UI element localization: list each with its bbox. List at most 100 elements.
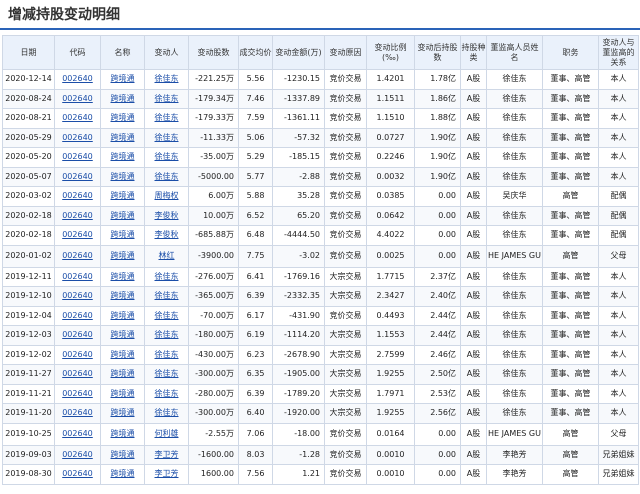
- name-link[interactable]: 跨境通: [111, 230, 135, 239]
- changer-link[interactable]: 徐佳东: [155, 152, 179, 161]
- cell-name: 跨境通: [100, 444, 145, 465]
- code-link[interactable]: 002640: [62, 389, 93, 398]
- cell-changer: 徐佳东: [144, 325, 189, 346]
- name-link[interactable]: 跨境通: [111, 113, 135, 122]
- code-link[interactable]: 002640: [62, 369, 93, 378]
- name-link[interactable]: 跨境通: [111, 429, 135, 438]
- cell-shares-after: 1.86亿: [414, 88, 461, 109]
- code-link[interactable]: 002640: [62, 74, 93, 83]
- name-link[interactable]: 跨境通: [111, 74, 135, 83]
- code-link[interactable]: 002640: [62, 429, 93, 438]
- code-link[interactable]: 002640: [62, 251, 93, 260]
- changer-link[interactable]: 徐佳东: [155, 330, 179, 339]
- cell-reason: 竞价交易: [324, 69, 367, 90]
- changer-link[interactable]: 徐佳东: [155, 291, 179, 300]
- cell-shares-after: 2.44亿: [414, 325, 461, 346]
- changer-link[interactable]: 徐佳东: [155, 172, 179, 181]
- name-link[interactable]: 跨境通: [111, 311, 135, 320]
- changer-link[interactable]: 徐佳东: [155, 350, 179, 359]
- cell-reason: 竞价交易: [324, 88, 367, 109]
- cell-change-amount: -1114.20: [272, 325, 325, 346]
- cell-code: 002640: [54, 127, 101, 148]
- cell-reason: 大宗交易: [324, 364, 367, 385]
- cell-shares-after: 0.00: [414, 422, 461, 446]
- cell-share-type: A股: [460, 69, 487, 90]
- cell-date: 2019-12-10: [2, 286, 55, 307]
- name-link[interactable]: 跨境通: [111, 369, 135, 378]
- changer-link[interactable]: 徐佳东: [155, 389, 179, 398]
- cell-date: 2019-12-04: [2, 305, 55, 326]
- cell-name: 跨境通: [100, 186, 145, 207]
- changer-link[interactable]: 徐佳东: [155, 133, 179, 142]
- code-link[interactable]: 002640: [62, 191, 93, 200]
- code-link[interactable]: 002640: [62, 113, 93, 122]
- name-link[interactable]: 跨境通: [111, 350, 135, 359]
- cell-position: 董事、高管: [542, 225, 599, 246]
- code-link[interactable]: 002640: [62, 408, 93, 417]
- code-link[interactable]: 002640: [62, 311, 93, 320]
- cell-relation: 兄弟姐妹: [598, 464, 639, 485]
- code-link[interactable]: 002640: [62, 469, 93, 478]
- table-row: 2020-02-18 002640 跨境通 李俊秋 10.00万 6.52 65.20 竞价交…: [2, 205, 639, 226]
- table-row: 2019-12-04 002640 跨境通 徐佳东 -70.00万 6.17 -431.90…: [2, 305, 639, 326]
- cell-reason: 大宗交易: [324, 325, 367, 346]
- changer-link[interactable]: 李俊秋: [155, 230, 179, 239]
- code-link[interactable]: 002640: [62, 211, 93, 220]
- code-link[interactable]: 002640: [62, 94, 93, 103]
- name-link[interactable]: 跨境通: [111, 251, 135, 260]
- changer-link[interactable]: 李俊秋: [155, 211, 179, 220]
- name-link[interactable]: 跨境通: [111, 330, 135, 339]
- changer-link[interactable]: 徐佳东: [155, 272, 179, 281]
- name-link[interactable]: 跨境通: [111, 133, 135, 142]
- code-link[interactable]: 002640: [62, 350, 93, 359]
- name-link[interactable]: 跨境通: [111, 272, 135, 281]
- cell-code: 002640: [54, 88, 101, 109]
- name-link[interactable]: 跨境通: [111, 291, 135, 300]
- cell-change-amount: -1337.89: [272, 88, 325, 109]
- changer-link[interactable]: 徐佳东: [155, 311, 179, 320]
- code-link[interactable]: 002640: [62, 230, 93, 239]
- cell-reason: 竞价交易: [324, 166, 367, 187]
- name-link[interactable]: 跨境通: [111, 211, 135, 220]
- name-link[interactable]: 跨境通: [111, 191, 135, 200]
- cell-reason: 大宗交易: [324, 266, 367, 287]
- cell-change-amount: -57.32: [272, 127, 325, 148]
- changer-link[interactable]: 李卫芳: [155, 469, 179, 478]
- name-link[interactable]: 跨境通: [111, 389, 135, 398]
- name-link[interactable]: 跨境通: [111, 469, 135, 478]
- changer-link[interactable]: 徐佳东: [155, 369, 179, 378]
- changer-link[interactable]: 徐佳东: [155, 408, 179, 417]
- code-link[interactable]: 002640: [62, 291, 93, 300]
- changer-link[interactable]: 徐佳东: [155, 94, 179, 103]
- code-link[interactable]: 002640: [62, 172, 93, 181]
- code-link[interactable]: 002640: [62, 450, 93, 459]
- code-link[interactable]: 002640: [62, 133, 93, 142]
- cell-code: 002640: [54, 464, 101, 485]
- name-link[interactable]: 跨境通: [111, 172, 135, 181]
- cell-change-amount: -185.15: [272, 147, 325, 168]
- cell-change-ratio: 1.9255: [366, 364, 415, 385]
- changer-link[interactable]: 李卫芳: [155, 450, 179, 459]
- column-header-reason: 变动原因: [324, 35, 367, 70]
- cell-position: 董事、高管: [542, 166, 599, 187]
- cell-name: 跨境通: [100, 225, 145, 246]
- cell-change-shares: -685.88万: [188, 225, 239, 246]
- name-link[interactable]: 跨境通: [111, 152, 135, 161]
- changer-link[interactable]: 徐佳东: [155, 74, 179, 83]
- code-link[interactable]: 002640: [62, 152, 93, 161]
- name-link[interactable]: 跨境通: [111, 94, 135, 103]
- cell-reason: 竞价交易: [324, 225, 367, 246]
- cell-change-ratio: 1.1553: [366, 325, 415, 346]
- cell-code: 002640: [54, 403, 101, 424]
- changer-link[interactable]: 周梅权: [155, 191, 179, 200]
- changer-link[interactable]: 何利雄: [155, 429, 179, 438]
- cell-change-ratio: 1.1511: [366, 88, 415, 109]
- column-header-share-type: 持股种类: [460, 35, 487, 70]
- changer-link[interactable]: 徐佳东: [155, 113, 179, 122]
- changer-link[interactable]: 林红: [159, 251, 175, 260]
- code-link[interactable]: 002640: [62, 330, 93, 339]
- cell-name: 跨境通: [100, 383, 145, 404]
- code-link[interactable]: 002640: [62, 272, 93, 281]
- name-link[interactable]: 跨境通: [111, 408, 135, 417]
- name-link[interactable]: 跨境通: [111, 450, 135, 459]
